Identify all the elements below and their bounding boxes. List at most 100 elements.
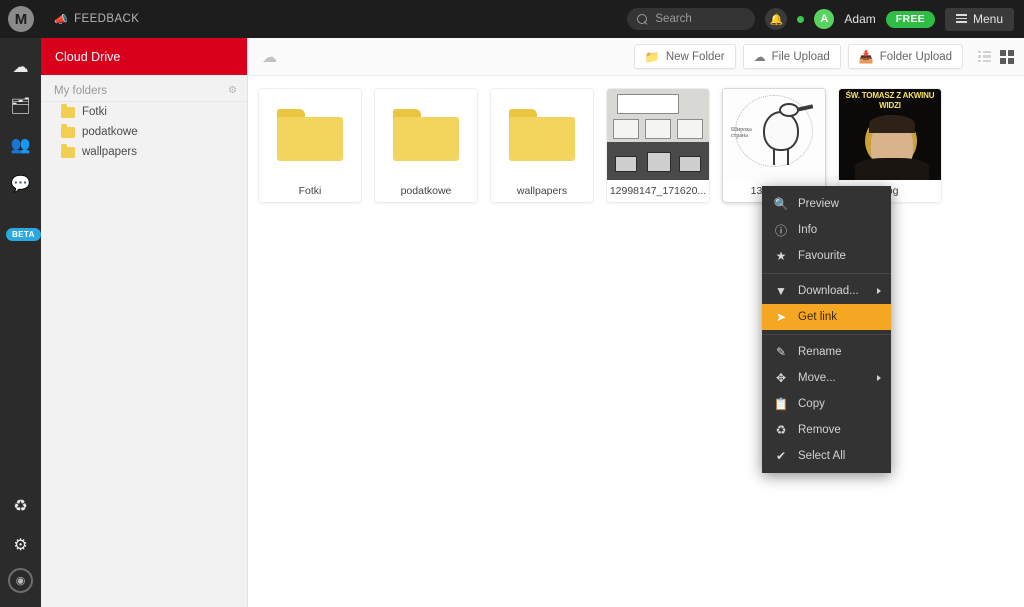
context-menu-item-copy[interactable]: 📋 Copy [762,391,891,417]
sort-updown-icon[interactable]: ⚙ [228,85,237,96]
file-thumbnail [607,89,709,180]
folder-thumbnail [259,89,361,180]
folder-card-fotki[interactable]: Fotki [258,88,362,203]
recycle-icon: ♻ [13,497,28,515]
info-icon: ⓘ [774,223,787,238]
comic-strip-image [607,89,709,180]
check-icon: ✔ [775,449,787,463]
folder-upload-icon: 📥 [858,49,874,64]
saint-meme-image: ŚW. TOMASZ Z AKWINU WIDZI [839,89,941,180]
star-icon: ★ [775,249,787,263]
rail-item-shared-with-me[interactable]: 🗂 [0,86,41,125]
context-menu-item-label: Select All [798,450,846,462]
sidebar-item-fotki[interactable]: Fotki [41,102,247,122]
file-thumbnail: Широка страна [723,89,825,180]
context-menu-item-label: Remove [798,424,841,436]
rail-item-cloud-drive[interactable]: ☁ [0,47,41,86]
search-placeholder: Search [655,13,692,25]
meme-line-2: WIDZI [879,101,901,110]
context-menu: 🔍 Preview ⓘ Info ★ Favourite ▼ Download.… [762,186,891,473]
context-menu-item-info[interactable]: ⓘ Info [762,217,891,243]
context-menu-item-preview[interactable]: 🔍 Preview [762,191,891,217]
folder-card-podatkowe[interactable]: podatkowe [374,88,478,203]
context-menu-item-remove[interactable]: ♻ Remove [762,417,891,443]
file-thumbnail: ŚW. TOMASZ Z AKWINU WIDZI [839,89,941,180]
rail-item-rubbish-bin[interactable]: ♻ [0,486,41,525]
rail-item-settings[interactable]: ⚙ [0,525,41,564]
bell-icon: 🔔 [769,13,784,26]
contacts-icon: 👥 [10,136,31,154]
new-folder-button[interactable]: 📁 New Folder [633,44,736,69]
folder-thumbnail [375,89,477,180]
hamburger-icon [955,14,967,23]
online-dot-icon [797,15,805,23]
new-folder-icon: 📁 [644,49,660,64]
context-menu-item-rename[interactable]: ✎ Rename [762,339,891,365]
icon-rail: ☁ 🗂 👥 💬 BETA ♻ ⚙ ◉ [0,38,41,607]
context-menu-item-get-link[interactable]: ➤ Get link [762,304,891,330]
user-name[interactable]: Adam [844,12,875,26]
file-upload-label: File Upload [771,50,830,63]
notifications-button[interactable]: 🔔 [765,8,788,30]
feedback-button[interactable]: 📣 FEEDBACK [54,13,139,26]
context-menu-item-download[interactable]: ▼ Download... [762,278,891,304]
context-menu-item-label: Move... [798,372,836,384]
folder-upload-button[interactable]: 📥 Folder Upload [847,44,963,69]
folder-upload-label: Folder Upload [879,50,952,63]
storage-gauge-icon[interactable]: ◉ [8,568,33,593]
context-menu-item-label: Favourite [798,250,846,262]
file-upload-button[interactable]: ☁ File Upload [742,44,841,69]
move-arrows-icon: ✥ [775,371,787,385]
folder-icon [509,108,575,161]
shared-folder-icon: 🗂 [10,97,31,115]
rail-bottom-group: ♻ ⚙ ◉ [0,486,41,599]
context-menu-item-favourite[interactable]: ★ Favourite [762,243,891,269]
plan-badge[interactable]: FREE [885,10,935,28]
folder-icon [61,124,75,138]
scribble-text: Широка страна [731,127,752,139]
list-view-icon[interactable] [978,50,991,63]
cloud-icon: ☁ [12,58,29,76]
copy-icon: 📋 [773,397,789,411]
sidebar-item-label: wallpapers [82,146,137,158]
context-menu-item-label: Download... [798,285,859,297]
folder-card-wallpapers[interactable]: wallpapers [490,88,594,203]
mega-logo-icon[interactable]: M [8,6,34,32]
folder-icon [393,108,459,161]
file-card-comic[interactable]: 12998147_171620... [606,88,710,203]
grid-view-icon[interactable] [1000,49,1014,64]
toolbar: ☁ 📁 New Folder ☁ File Upload 📥 Folder Up… [248,38,1024,76]
breadcrumb-cloud-icon[interactable]: ☁ [262,48,277,66]
search-input[interactable]: Search [627,8,756,30]
context-menu-item-move[interactable]: ✥ Move... [762,365,891,391]
rail-item-contacts[interactable]: 👥 [0,125,41,164]
chevron-right-icon [877,288,881,294]
context-menu-item-label: Info [798,224,818,236]
context-menu-separator [762,273,891,274]
beta-badge: BETA [6,228,41,241]
page-title: Cloud Drive [55,49,121,64]
download-icon: ▼ [775,284,787,298]
pencil-icon: ✎ [775,345,787,359]
rail-item-chat[interactable]: 💬 [0,164,41,203]
view-toggle-group [978,49,1014,64]
avatar[interactable]: A [814,9,835,29]
sidebar-item-wallpapers[interactable]: wallpapers [41,142,247,162]
megaphone-icon: 📣 [54,13,69,26]
sidebar-item-podatkowe[interactable]: podatkowe [41,122,247,142]
sidebar-item-label: podatkowe [82,126,138,138]
folder-sidebar: Cloud Drive My folders ⚙ Fotki podatkowe… [41,38,248,607]
context-menu-item-select-all[interactable]: ✔ Select All [762,443,891,469]
menu-button[interactable]: Menu [944,7,1014,31]
search-icon [637,13,648,25]
folder-thumbnail [491,89,593,180]
gear-icon: ⚙ [13,536,28,554]
file-grid: Fotki podatkowe wallpapers 12998147_1716… [248,76,1024,203]
toolbar-actions: 📁 New Folder ☁ File Upload 📥 Folder Uplo… [633,44,1014,69]
meme-line-1: ŚW. TOMASZ Z AKWINU [845,91,935,100]
file-name: 12998147_171620... [609,185,707,197]
recycle-icon: ♻ [775,423,787,437]
context-menu-separator [762,334,891,335]
sidebar-header[interactable]: Cloud Drive [41,38,247,75]
main-content: ☁ 📁 New Folder ☁ File Upload 📥 Folder Up… [248,38,1024,607]
